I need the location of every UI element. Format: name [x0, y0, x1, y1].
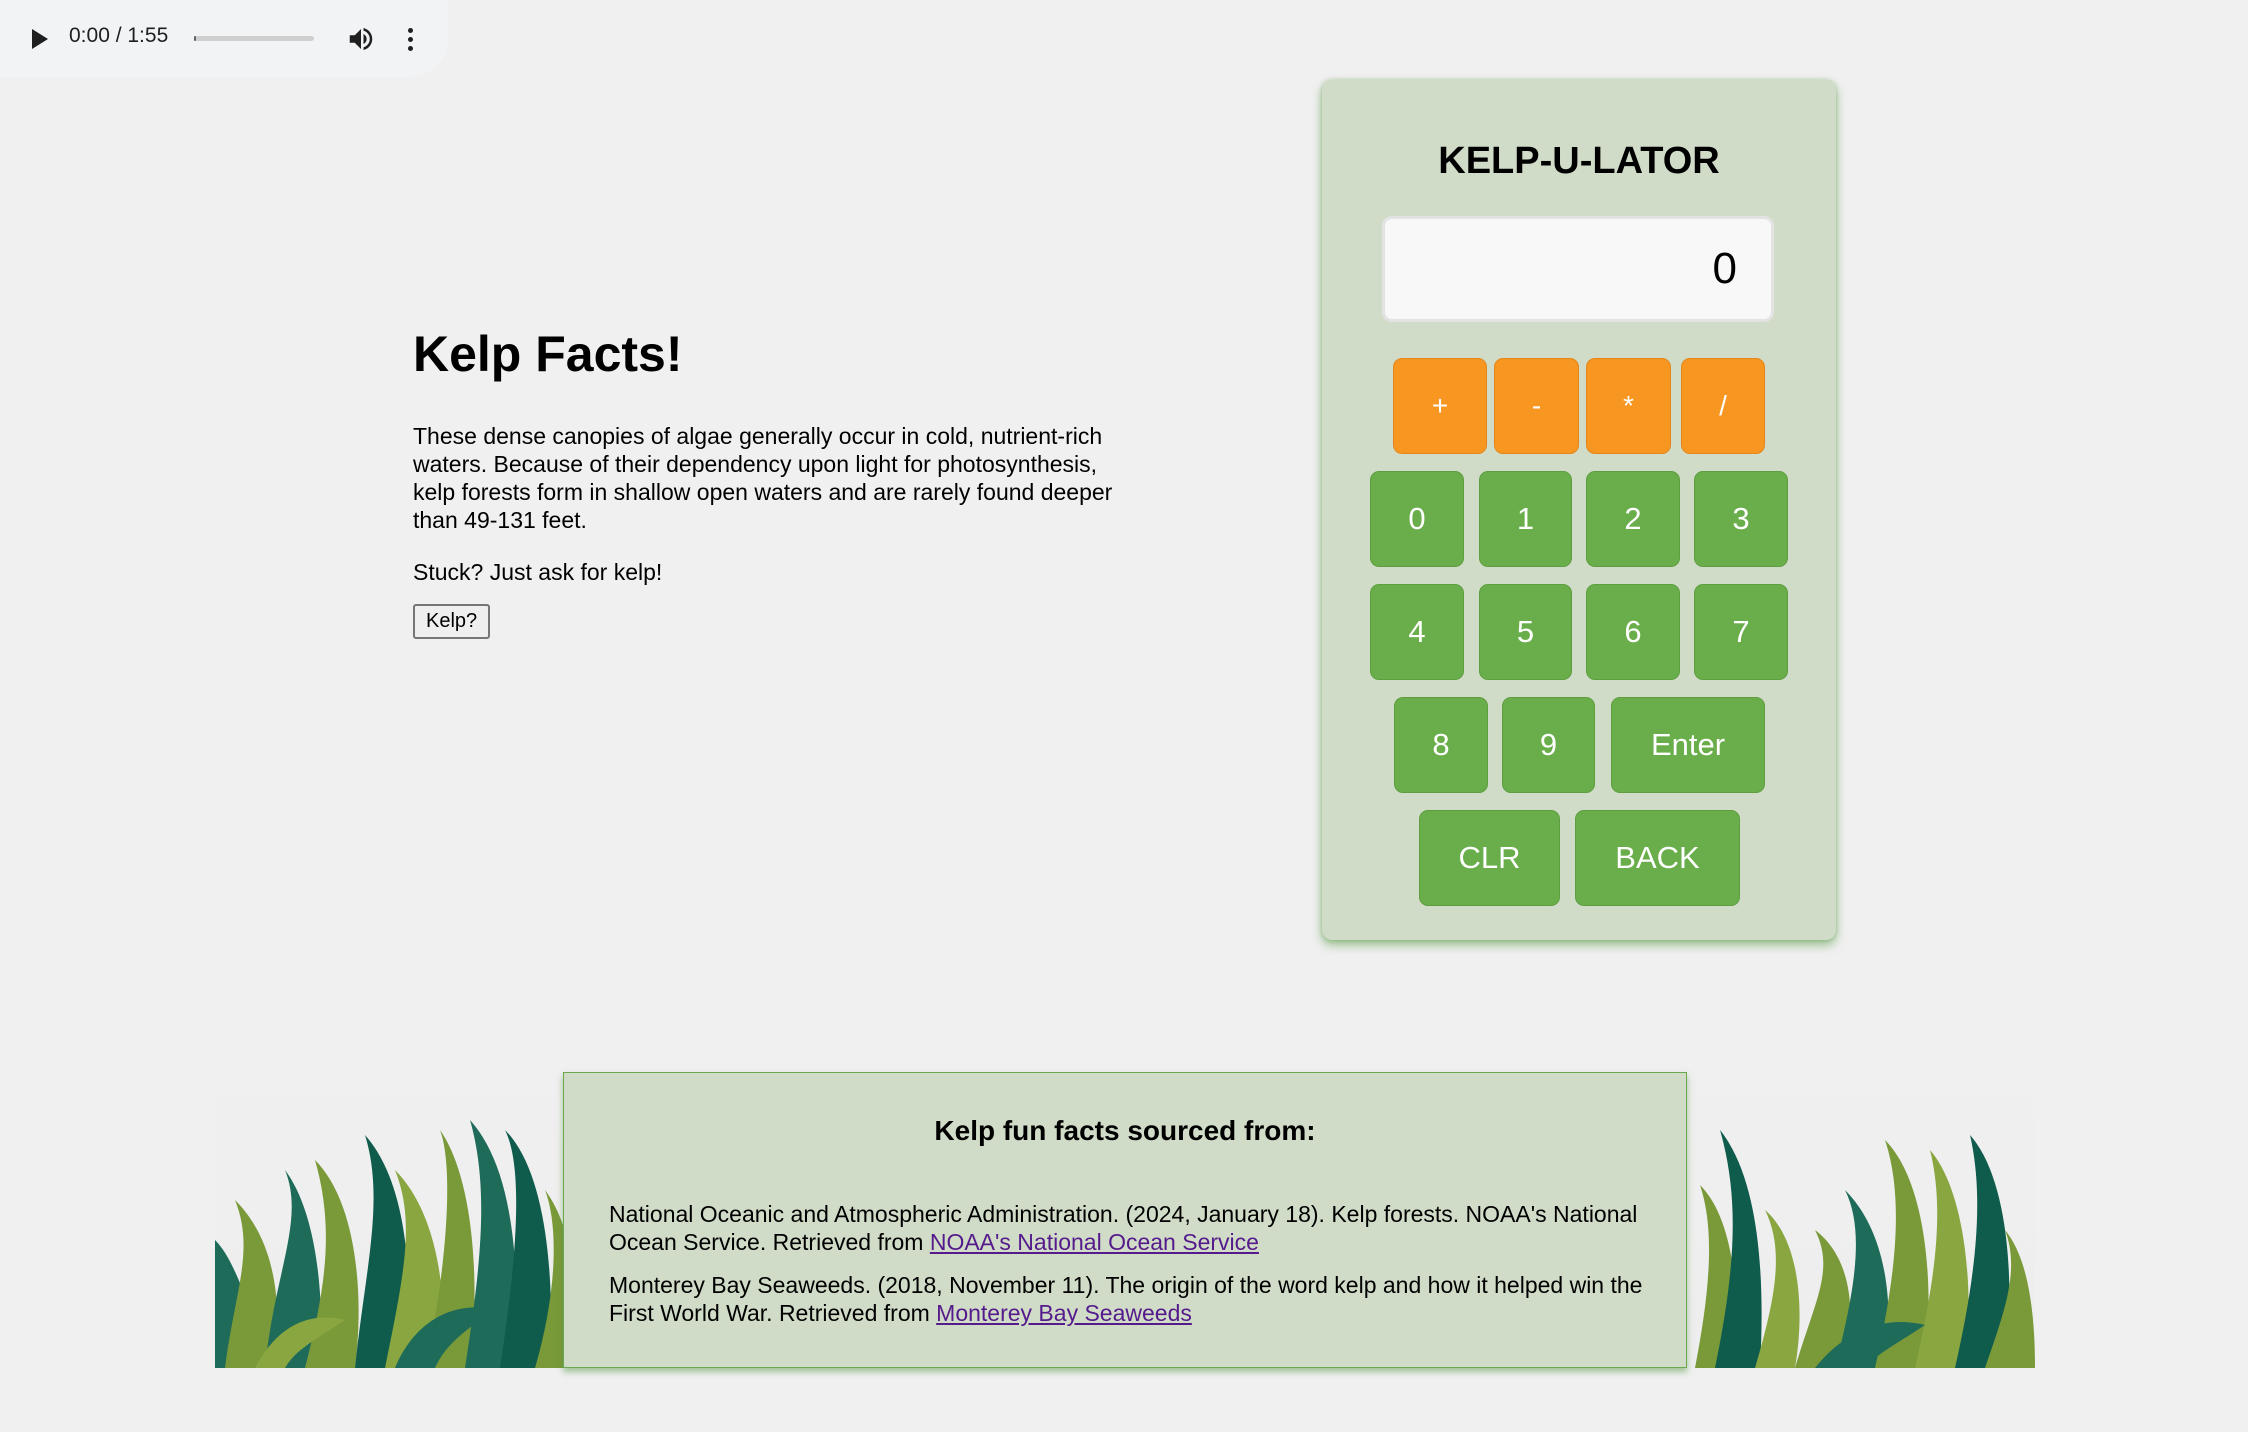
volume-icon[interactable]	[346, 24, 376, 54]
citation-noaa: National Oceanic and Atmospheric Adminis…	[609, 1200, 1659, 1256]
digit-9-button[interactable]: 9	[1502, 697, 1595, 793]
play-icon[interactable]	[28, 25, 52, 53]
noaa-link[interactable]: NOAA's National Ocean Service	[930, 1229, 1259, 1255]
sources-panel: Kelp fun facts sourced from: National Oc…	[563, 1072, 1687, 1368]
back-button[interactable]: BACK	[1575, 810, 1740, 906]
minus-button[interactable]: -	[1494, 358, 1579, 454]
digit-4-button[interactable]: 4	[1370, 584, 1464, 680]
citation-monterey: Monterey Bay Seaweeds. (2018, November 1…	[609, 1271, 1659, 1327]
audio-progress-fill	[194, 36, 196, 41]
digit-8-button[interactable]: 8	[1394, 697, 1488, 793]
plus-button[interactable]: +	[1393, 358, 1487, 454]
stuck-text: Stuck? Just ask for kelp!	[413, 559, 663, 585]
digit-2-button[interactable]: 2	[1586, 471, 1680, 567]
audio-time: 0:00 / 1:55	[69, 24, 169, 47]
digit-6-button[interactable]: 6	[1586, 584, 1680, 680]
kelp-facts-section: Kelp Facts! These dense canopies of alga…	[413, 320, 1153, 639]
digit-7-button[interactable]: 7	[1694, 584, 1788, 680]
digit-0-button[interactable]: 0	[1370, 471, 1464, 567]
digit-3-button[interactable]: 3	[1694, 471, 1788, 567]
page: 0:00 / 1:55 Kelp Facts! These dense cano…	[0, 0, 2248, 1432]
digit-1-button[interactable]: 1	[1479, 471, 1572, 567]
kelp-calculator: KELP-U-LATOR 0 + - * / 0 1 2 3 4 5 6 7 8…	[1322, 80, 1836, 940]
more-options-icon[interactable]	[400, 24, 420, 54]
monterey-bay-seaweeds-link[interactable]: Monterey Bay Seaweeds	[936, 1300, 1192, 1326]
sources-heading: Kelp fun facts sourced from:	[934, 1115, 1316, 1146]
calculator-display: 0	[1382, 216, 1774, 322]
facts-title: Kelp Facts!	[413, 326, 683, 382]
multiply-button[interactable]: *	[1586, 358, 1671, 454]
calculator-title: KELP-U-LATOR	[1438, 140, 1720, 182]
digit-5-button[interactable]: 5	[1479, 584, 1572, 680]
clear-button[interactable]: CLR	[1419, 810, 1560, 906]
audio-seek-slider[interactable]	[194, 36, 314, 41]
enter-button[interactable]: Enter	[1611, 697, 1765, 793]
kelp-help-button[interactable]: Kelp?	[413, 604, 491, 639]
facts-description: These dense canopies of algae generally …	[413, 423, 1113, 533]
divide-button[interactable]: /	[1681, 358, 1765, 454]
audio-player: 0:00 / 1:55	[0, 0, 448, 77]
